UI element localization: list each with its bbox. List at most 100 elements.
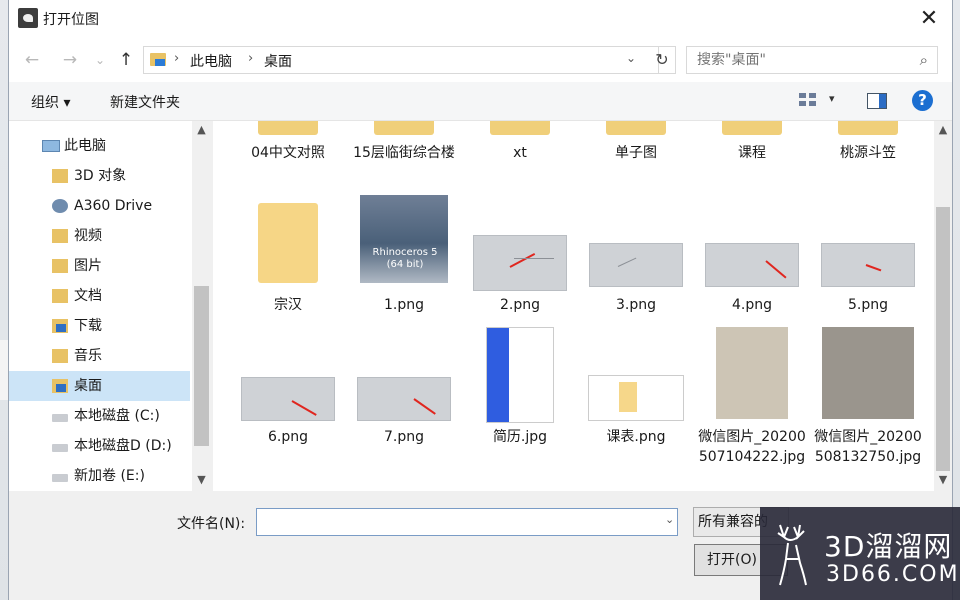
- address-dropdown-icon[interactable]: ⌄: [626, 51, 636, 65]
- sidebar-item-downloads[interactable]: 下载: [9, 311, 190, 341]
- file-list-scrollbar[interactable]: ▲ ▼: [934, 121, 952, 491]
- folder-icon: [722, 121, 782, 135]
- scroll-down-icon[interactable]: ▼: [192, 473, 211, 486]
- folder-item[interactable]: 单子图: [581, 121, 691, 183]
- sidebar-item-label: 本地磁盘D (D:): [74, 438, 172, 454]
- red-line-mark: [865, 264, 882, 272]
- sidebar-item-label: 文档: [74, 288, 102, 304]
- view-options-dropdown-icon[interactable]: ▾: [829, 92, 835, 105]
- folder-item[interactable]: 桃源斗笠: [813, 121, 923, 183]
- image-thumbnail: Rhinoceros 5 (64 bit): [360, 195, 448, 283]
- scroll-up-icon[interactable]: ▲: [934, 123, 952, 136]
- table-highlight: [619, 382, 637, 412]
- image-thumbnail: [822, 327, 914, 419]
- title-bar[interactable]: 打开位图 ✕: [9, 0, 952, 38]
- search-input[interactable]: [695, 47, 899, 73]
- navigation-scrollbar[interactable]: ▲ ▼: [192, 121, 211, 491]
- file-name: 04中文对照: [251, 145, 325, 161]
- organize-button[interactable]: 组织 ▾: [31, 92, 70, 112]
- file-name: 单子图: [615, 145, 657, 161]
- sidebar-item-videos[interactable]: 视频: [9, 221, 190, 251]
- image-file-item[interactable]: Rhinoceros 5 (64 bit) 1.png: [349, 195, 459, 319]
- scrollbar-thumb[interactable]: [194, 286, 209, 446]
- sidebar-item-drive-d[interactable]: 本地磁盘D (D:): [9, 431, 190, 461]
- folder-item[interactable]: 04中文对照: [233, 121, 343, 183]
- folder-item[interactable]: 宗汉: [233, 195, 343, 319]
- pc-icon: [42, 140, 60, 152]
- breadcrumb-separator[interactable]: ›: [248, 51, 253, 66]
- image-file-item[interactable]: 7.png: [349, 327, 459, 477]
- folder-icon: [52, 169, 68, 183]
- sidebar-item-label: 图片: [74, 258, 102, 274]
- drive-icon: [52, 414, 68, 422]
- scroll-down-icon[interactable]: ▼: [934, 473, 952, 486]
- image-file-item[interactable]: 微信图片_20200508132750.jpg: [813, 327, 923, 477]
- watermark-brand: 3D溜溜网: [824, 530, 953, 563]
- forward-arrow-icon[interactable]: →: [57, 48, 83, 72]
- address-bar[interactable]: › 此电脑 › 桌面 ⌄: [143, 46, 659, 74]
- file-name: 桃源斗笠: [840, 145, 896, 161]
- sidebar-item-label: 3D 对象: [74, 168, 127, 184]
- image-thumbnail: [716, 327, 788, 419]
- close-button[interactable]: ✕: [906, 0, 952, 38]
- file-name: 简历.jpg: [492, 429, 548, 445]
- music-folder-icon: [52, 349, 68, 363]
- sidebar-item-a360-drive[interactable]: A360 Drive: [9, 191, 190, 221]
- sidebar-item-label: 新加卷 (E:): [74, 468, 145, 484]
- change-view-icon[interactable]: [799, 93, 817, 107]
- image-file-item[interactable]: 5.png: [813, 195, 923, 319]
- breadcrumb-this-pc[interactable]: 此电脑: [190, 51, 232, 71]
- filename-label: 文件名(N):: [177, 516, 246, 532]
- sidebar-item-drive-c[interactable]: 本地磁盘 (C:): [9, 401, 190, 431]
- image-thumbnail: [486, 327, 554, 423]
- image-file-item[interactable]: 2.png: [465, 195, 575, 319]
- back-arrow-icon[interactable]: ←: [19, 48, 45, 72]
- refresh-icon[interactable]: ↻: [649, 46, 676, 74]
- file-name: 5.png: [847, 297, 888, 313]
- filename-dropdown-icon[interactable]: ⌄: [665, 513, 674, 526]
- breadcrumb-desktop[interactable]: 桌面: [264, 51, 292, 71]
- sidebar-item-pictures[interactable]: 图片: [9, 251, 190, 281]
- folder-item[interactable]: xt: [465, 121, 575, 183]
- drive-icon: [52, 474, 68, 482]
- image-file-item[interactable]: 微信图片_20200507104222.jpg: [697, 327, 807, 477]
- image-file-item[interactable]: 6.png: [233, 327, 343, 477]
- image-thumbnail: [357, 377, 451, 421]
- filename-field[interactable]: [256, 508, 678, 536]
- documents-folder-icon: [52, 289, 68, 303]
- sidebar-item-label: 视频: [74, 228, 102, 244]
- folder-icon: [374, 121, 434, 135]
- folder-item[interactable]: 课程: [697, 121, 807, 183]
- search-icon[interactable]: ⌕: [920, 51, 928, 69]
- image-thumbnail: [589, 243, 683, 287]
- sidebar-item-drive-e[interactable]: 新加卷 (E:): [9, 461, 190, 491]
- sidebar-item-documents[interactable]: 文档: [9, 281, 190, 311]
- folder-icon: [606, 121, 666, 135]
- search-box[interactable]: ⌕: [686, 46, 938, 74]
- recent-locations-icon[interactable]: ⌄: [87, 48, 113, 72]
- file-name: 7.png: [383, 429, 424, 445]
- red-line-mark: [413, 398, 436, 415]
- scrollbar-thumb[interactable]: [936, 207, 950, 471]
- up-arrow-icon[interactable]: ↑: [113, 48, 139, 72]
- preview-pane-icon[interactable]: [867, 93, 887, 109]
- new-folder-button[interactable]: 新建文件夹: [110, 92, 180, 112]
- folder-item[interactable]: 15层临街综合楼: [349, 121, 459, 183]
- image-file-item[interactable]: 3.png: [581, 195, 691, 319]
- grey-line-mark: [617, 257, 637, 267]
- scroll-up-icon[interactable]: ▲: [192, 123, 211, 136]
- image-file-item[interactable]: 简历.jpg: [465, 327, 575, 477]
- sidebar-item-this-pc[interactable]: 此电脑: [9, 131, 190, 161]
- sidebar-item-music[interactable]: 音乐: [9, 341, 190, 371]
- sidebar-item-3d-objects[interactable]: 3D 对象: [9, 161, 190, 191]
- image-thumbnail: [588, 375, 684, 421]
- resume-sidebar-graphic: [487, 328, 509, 422]
- file-name: 3.png: [615, 297, 656, 313]
- folder-icon: [838, 121, 898, 135]
- image-file-item[interactable]: 课表.png: [581, 327, 691, 477]
- breadcrumb-separator[interactable]: ›: [174, 51, 179, 66]
- sidebar-item-desktop[interactable]: 桌面: [9, 371, 190, 401]
- help-icon[interactable]: ?: [912, 90, 933, 111]
- image-file-item[interactable]: 4.png: [697, 195, 807, 319]
- command-toolbar: 组织 ▾ 新建文件夹 ▾ ?: [9, 82, 952, 121]
